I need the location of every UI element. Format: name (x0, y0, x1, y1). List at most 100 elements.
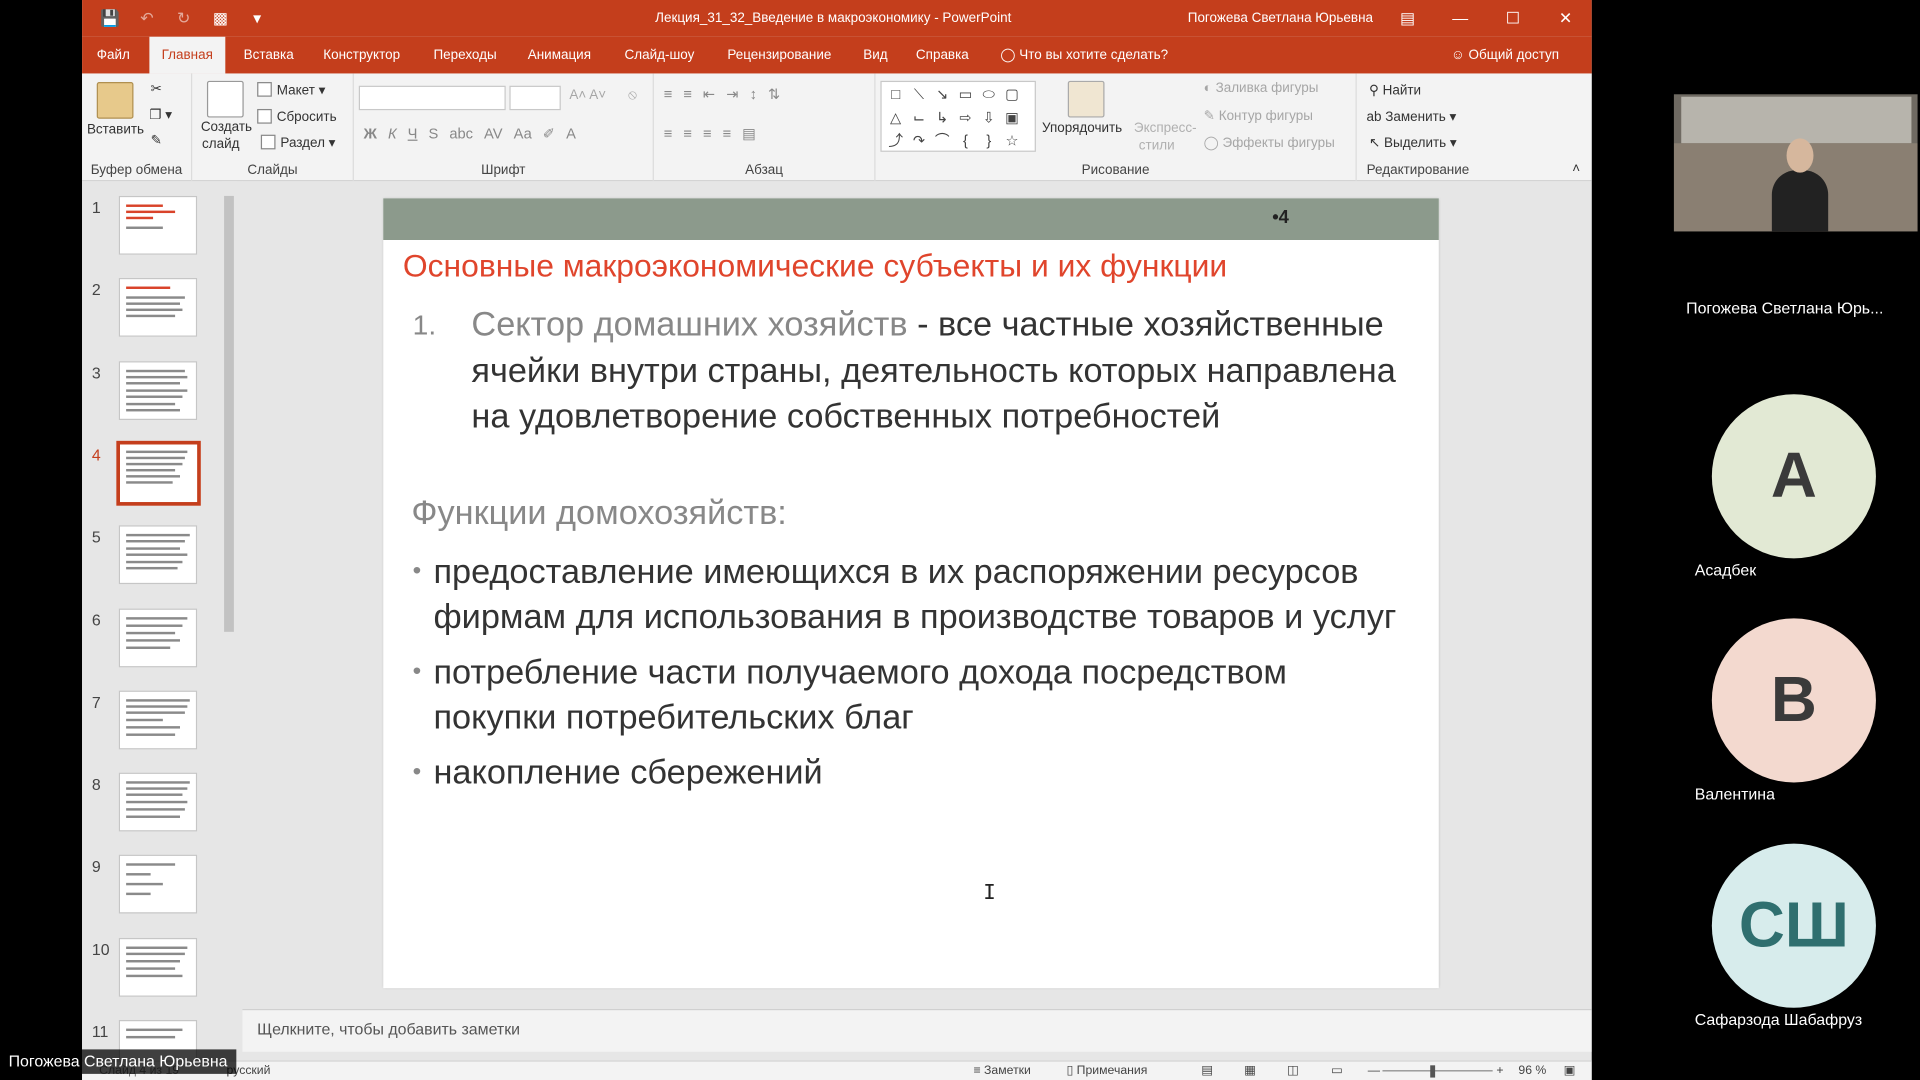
quick-styles-button-line1[interactable]: Экспресс- (1134, 121, 1197, 136)
paste-icon[interactable] (96, 82, 134, 119)
bold-button[interactable]: Ж (364, 125, 377, 142)
strikethrough-button[interactable]: S (428, 125, 438, 142)
section-button[interactable]: Раздел ▾ (260, 134, 335, 151)
slide-thumbnail[interactable] (118, 607, 198, 667)
spacing-icon[interactable]: AV (484, 125, 503, 142)
tab-transitions[interactable]: Переходы (421, 37, 509, 74)
reset-button[interactable]: Сбросить (257, 108, 337, 125)
tell-me-search[interactable]: ◯ Что вы хотите сделать? (1000, 37, 1168, 74)
ribbon-display-icon[interactable]: ▤ (1381, 0, 1434, 37)
slide-thumbnail[interactable] (118, 937, 198, 997)
layout-button[interactable]: Макет ▾ (257, 82, 325, 98)
notes-placeholder[interactable]: Щелкните, чтобы добавить заметки (257, 1020, 520, 1038)
slide-thumbnail[interactable] (118, 195, 198, 255)
tab-home[interactable]: Главная (149, 36, 226, 74)
tab-insert[interactable]: Вставка (231, 37, 306, 74)
copy-icon[interactable]: ❐ ▾ (149, 107, 172, 123)
arc-shape-icon[interactable]: ⌒ (931, 130, 954, 153)
slide-thumbnail[interactable] (116, 440, 201, 506)
bullets-icon[interactable]: ≡ (664, 86, 673, 103)
change-case-button[interactable]: Аа (514, 125, 532, 142)
minimize-icon[interactable]: — (1434, 0, 1487, 37)
replace-button[interactable]: ab Заменить ▾ (1367, 109, 1457, 125)
slide-item-1[interactable]: Сектор домашних хозяйств - все частные х… (471, 301, 1426, 439)
rounded-rect-shape-icon[interactable]: ▢ (1000, 83, 1023, 106)
grow-font-icon[interactable]: A˄ A˅ (569, 88, 606, 103)
presenter-video[interactable] (1673, 94, 1918, 232)
paste-button[interactable]: Вставить (87, 122, 144, 137)
zoom-level[interactable]: 96 % (1518, 1064, 1546, 1077)
align-center-icon[interactable]: ≡ (683, 125, 692, 142)
star-shape-icon[interactable]: ☆ (1000, 130, 1023, 153)
zoom-slider[interactable] (1382, 1070, 1493, 1072)
slide-thumbnail[interactable] (118, 525, 198, 585)
save-icon[interactable]: 💾 (99, 7, 121, 29)
undo-icon[interactable]: ↶ (136, 7, 158, 29)
new-slide-icon[interactable] (206, 80, 244, 118)
text-direction-icon[interactable]: ⇅ (768, 86, 780, 103)
avatar[interactable]: СШ (1711, 843, 1876, 1008)
functions-bullet-list[interactable]: • предоставление имеющихся в их распоряже… (413, 549, 1417, 805)
close-icon[interactable]: ✕ (1539, 0, 1592, 37)
connector-icon[interactable]: ↳ (931, 107, 954, 130)
underline-button[interactable]: Ч (408, 125, 418, 142)
arrange-button[interactable]: Упорядочить (1042, 121, 1122, 136)
justify-icon[interactable]: ≡ (723, 125, 732, 142)
oval-shape-icon[interactable]: ⬭ (977, 83, 1000, 106)
slide-sorter-icon[interactable]: ▦ (1244, 1064, 1256, 1077)
normal-view-icon[interactable]: ▤ (1201, 1064, 1213, 1077)
find-button[interactable]: ⚲ Найти (1369, 82, 1421, 98)
slide-title[interactable]: Основные макроэкономические субъекты и и… (403, 247, 1227, 285)
tab-slideshow[interactable]: Слайд-шоу (612, 37, 706, 74)
callout-shape-icon[interactable]: ▣ (1000, 107, 1023, 130)
columns-icon[interactable]: ▤ (742, 125, 756, 142)
cut-icon[interactable]: ✂ (151, 81, 162, 97)
down-arrow-shape-icon[interactable]: ⇩ (977, 107, 1000, 130)
reading-view-icon[interactable]: ◫ (1287, 1064, 1299, 1077)
increase-indent-icon[interactable]: ⇥ (726, 86, 738, 103)
slide-canvas[interactable]: •4 Основные макроэкономические субъекты … (383, 198, 1439, 989)
slide-thumbnail[interactable] (118, 772, 198, 832)
shape-outline-button[interactable]: ✎ Контур фигуры (1204, 108, 1313, 124)
highlight-icon[interactable]: ✐ (543, 125, 555, 142)
shadow-button[interactable]: abc (449, 125, 473, 142)
font-name-select[interactable] (358, 85, 506, 111)
italic-button[interactable]: К (388, 125, 397, 142)
line-spacing-icon[interactable]: ↕ (750, 86, 757, 103)
thumbnail-scrollbar[interactable] (221, 181, 237, 1061)
slide-thumbnail-pane[interactable]: 1 2 3 4 5 6 7 8 9 10 11 (82, 181, 243, 1079)
tab-help[interactable]: Справка (904, 37, 981, 74)
new-slide-button-line1[interactable]: Создать (201, 120, 252, 135)
redo-icon[interactable]: ↻ (173, 7, 195, 29)
freeform-shape-icon[interactable]: ⤴ (884, 130, 907, 153)
font-size-select[interactable] (509, 85, 561, 111)
arrange-icon[interactable] (1067, 80, 1105, 118)
curve-shape-icon[interactable]: ↷ (907, 130, 930, 153)
format-painter-icon[interactable]: ✎ (151, 132, 162, 148)
maximize-icon[interactable]: ☐ (1487, 0, 1540, 37)
tab-file[interactable]: Файл (84, 37, 142, 74)
zoom-out-icon[interactable]: — (1368, 1064, 1380, 1077)
thumbnail-scrollbar-thumb[interactable] (224, 195, 234, 632)
tab-view[interactable]: Вид (851, 37, 900, 74)
tab-animations[interactable]: Анимация (516, 37, 604, 74)
avatar[interactable]: В (1711, 618, 1876, 783)
slideshow-view-icon[interactable]: ▭ (1331, 1064, 1343, 1077)
clear-format-icon[interactable]: ⦸ (628, 88, 637, 104)
shape-fill-button[interactable]: ◐ Заливка фигуры (1204, 81, 1319, 96)
avatar[interactable]: А (1711, 394, 1876, 559)
slide-thumbnail[interactable] (118, 855, 198, 914)
zoom-slider-handle[interactable] (1430, 1065, 1436, 1078)
share-button[interactable]: ☺ Общий доступ (1451, 37, 1559, 74)
right-brace-icon[interactable]: } (977, 130, 1000, 153)
notes-toggle[interactable]: ≡ Заметки (973, 1064, 1030, 1077)
quick-styles-button-line2[interactable]: стили (1139, 138, 1175, 153)
presentation-icon[interactable]: ▩ (209, 7, 231, 29)
customize-icon[interactable]: ▾ (246, 7, 268, 29)
new-slide-button-line2[interactable]: слайд (202, 137, 239, 152)
triangle-shape-icon[interactable]: △ (884, 107, 907, 130)
decrease-indent-icon[interactable]: ⇤ (703, 86, 715, 103)
left-brace-icon[interactable]: { (954, 130, 977, 153)
account-name[interactable]: Погожева Светлана Юрьевна (1188, 11, 1373, 26)
align-left-icon[interactable]: ≡ (664, 125, 673, 142)
